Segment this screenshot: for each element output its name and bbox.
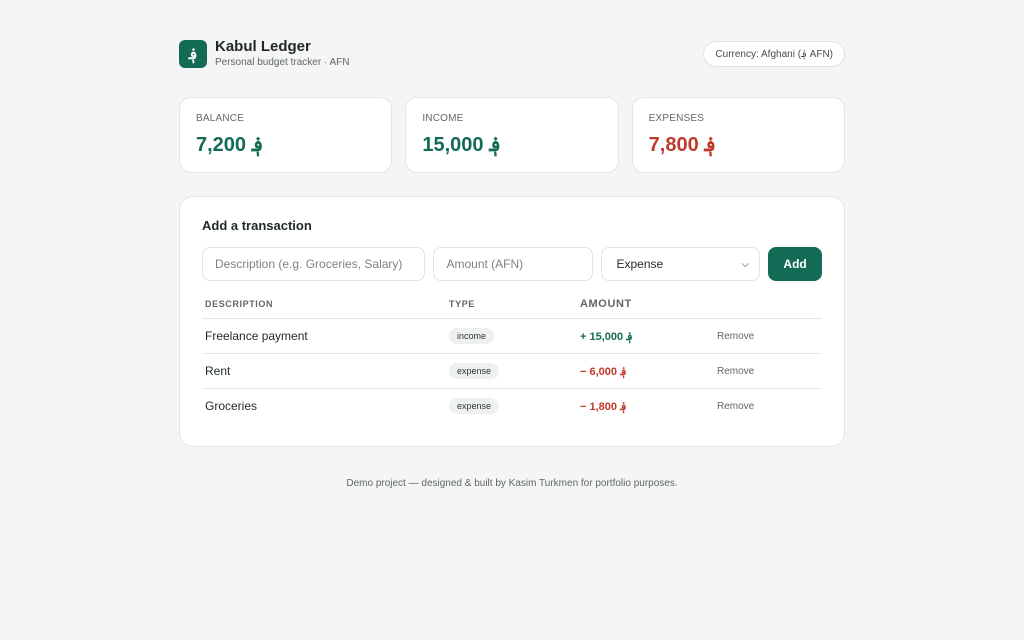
income-label: INCOME xyxy=(422,113,464,124)
type-select-value: Expense xyxy=(616,257,664,271)
row-description: Freelance payment xyxy=(202,318,445,354)
row-amount: + 15,000 ؋ xyxy=(577,318,717,354)
brand: ؋ Kabul Ledger Personal budget tracker ·… xyxy=(179,39,350,69)
afghani-logo-icon: ؋ xyxy=(179,40,207,68)
transactions-table: DESCRIPTION TYPE AMOUNT Freelance paymen… xyxy=(202,295,822,424)
add-button[interactable]: Add xyxy=(768,247,822,281)
transaction-card: Add a transaction Expense ⌵ Add DESCRIPT… xyxy=(179,196,845,447)
footer-credit: Demo project — designed & built by Kasim… xyxy=(346,478,678,489)
remove-button[interactable]: Remove xyxy=(717,318,822,354)
column-header-amount: AMOUNT xyxy=(577,295,717,319)
row-amount: − 1,800 ؋ xyxy=(580,400,627,413)
amount-input[interactable] xyxy=(433,247,594,281)
table-row: Freelance payment income + 15,000 ؋ Remo… xyxy=(202,318,822,354)
remove-button[interactable]: Remove xyxy=(717,389,822,424)
table-row: Groceries expense − 1,800 ؋ Remove xyxy=(202,389,822,424)
row-description: Rent xyxy=(202,353,445,389)
summary-cards: BALANCE 7,200 ؋ INCOME 15,000 ؋ EXPENSES… xyxy=(179,97,845,173)
add-transaction-title: Add a transaction xyxy=(202,218,312,233)
table-row: Rent expense − 6,000 ؋ Remove xyxy=(202,353,822,389)
table-header-row: DESCRIPTION TYPE AMOUNT xyxy=(202,295,822,319)
app-header: ؋ Kabul Ledger Personal budget tracker ·… xyxy=(179,39,845,69)
remove-button[interactable]: Remove xyxy=(717,353,822,389)
balance-value: 7,200 ؋ xyxy=(196,134,264,156)
transaction-form: Expense ⌵ Add xyxy=(202,247,822,281)
income-value: 15,000 ؋ xyxy=(422,134,501,156)
expenses-card: EXPENSES 7,800 ؋ xyxy=(631,97,845,173)
income-card: INCOME 15,000 ؋ xyxy=(405,97,619,173)
description-input[interactable] xyxy=(202,247,426,281)
balance-label: BALANCE xyxy=(196,113,245,124)
chevron-down-icon: ⌵ xyxy=(741,258,750,270)
column-header-description: DESCRIPTION xyxy=(202,295,445,319)
balance-card: BALANCE 7,200 ؋ xyxy=(179,97,393,173)
app-container: ؋ Kabul Ledger Personal budget tracker ·… xyxy=(179,39,845,447)
type-badge: income xyxy=(449,328,495,344)
column-header-actions xyxy=(717,295,822,319)
type-badge: expense xyxy=(449,398,500,415)
currency-badge[interactable]: Currency: Afghani (؋ AFN) xyxy=(703,41,845,67)
expenses-value: 7,800 ؋ xyxy=(648,134,716,156)
type-badge: expense xyxy=(449,363,500,379)
app-title: Kabul Ledger xyxy=(215,38,311,55)
app-subtitle: Personal budget tracker · AFN xyxy=(215,57,350,68)
row-amount: − 6,000 ؋ xyxy=(577,353,717,389)
type-select[interactable]: Expense ⌵ xyxy=(601,247,761,281)
row-description: Groceries xyxy=(205,399,258,414)
column-header-type: TYPE xyxy=(445,295,577,319)
expenses-label: EXPENSES xyxy=(648,113,705,124)
